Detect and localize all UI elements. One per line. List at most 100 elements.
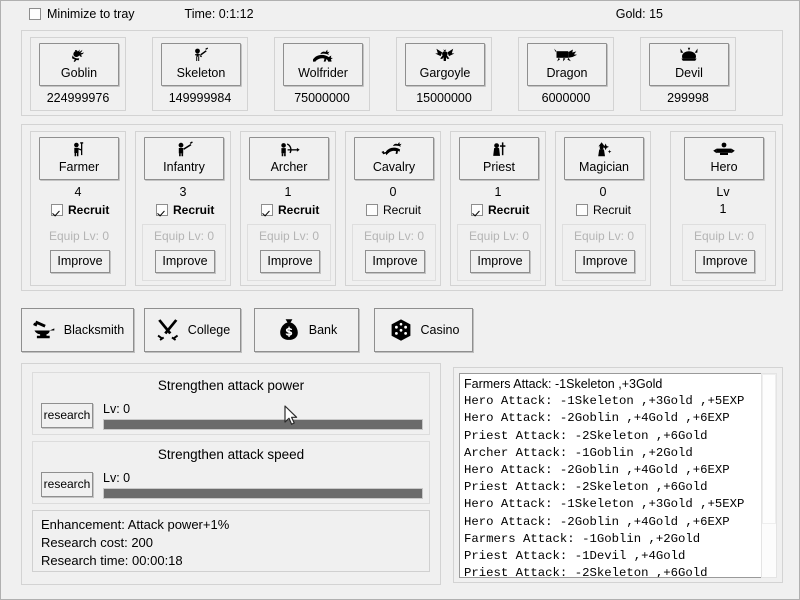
checkbox-box[interactable] <box>366 204 378 216</box>
monster-name: Gargoyle <box>420 66 471 81</box>
recruit-checkbox-farmer[interactable]: Recruit <box>51 203 109 217</box>
battle-log-line[interactable]: Hero Attack: -2Goblin ,+4Gold ,+6EXP <box>464 462 764 479</box>
battle-log-panel: Farmers Attack: -1Skeleton ,+3GoldHero A… <box>453 367 783 583</box>
unit-name: Infantry <box>163 160 205 175</box>
research-panel: Strengthen attack power research Lv: 0 S… <box>21 363 441 585</box>
research-progress-attack-power <box>103 419 423 430</box>
research-info-box: Enhancement: Attack power+1% Research co… <box>32 510 430 572</box>
infantry-icon <box>173 140 195 160</box>
unit-button-farmer[interactable]: Farmer <box>39 137 119 180</box>
battle-log-line[interactable]: Priest Attack: -2Skeleton ,+6Gold <box>464 479 764 496</box>
unit-count: 1 <box>241 184 335 200</box>
skeleton-icon <box>189 46 213 66</box>
battle-log-line[interactable]: Hero Attack: -2Goblin ,+4Gold ,+6EXP <box>464 410 764 427</box>
recruit-checkbox-archer[interactable]: Recruit <box>261 203 319 217</box>
improve-button-archer[interactable]: Improve <box>260 250 320 273</box>
checkbox-box[interactable] <box>29 8 41 20</box>
battle-log-list[interactable]: Farmers Attack: -1Skeleton ,+3GoldHero A… <box>459 373 765 578</box>
monster-count: 224999976 <box>31 90 125 106</box>
unit-card-magician: Magician0RecruitEquip Lv: 0Improve <box>555 131 651 286</box>
minimize-to-tray-label: Minimize to tray <box>47 7 135 21</box>
building-button-college[interactable]: College <box>144 308 241 352</box>
improve-button-cavalry[interactable]: Improve <box>365 250 425 273</box>
battle-log-line[interactable]: Priest Attack: -2Skeleton ,+6Gold <box>464 428 764 445</box>
unit-button-hero[interactable]: Hero <box>684 137 764 180</box>
recruit-label: Recruit <box>488 203 529 217</box>
battle-log-line[interactable]: Priest Attack: -2Skeleton ,+6Gold <box>464 565 764 578</box>
unit-card-priest: Priest 1 Recruit Equip Lv: 0 Improve <box>450 131 546 286</box>
monster-button-wolfrider[interactable]: Wolfrider <box>283 43 363 86</box>
building-button-casino[interactable]: Casino <box>374 308 473 352</box>
gargoyle-icon <box>433 46 457 66</box>
battle-log-line[interactable]: Hero Attack: -2Goblin ,+4Gold ,+6EXP <box>464 514 764 531</box>
unit-button-priest[interactable]: Priest <box>459 137 539 180</box>
recruit-checkbox-priest[interactable]: Recruit <box>471 203 529 217</box>
unit-button-cavalry[interactable]: Cavalry <box>354 137 434 180</box>
battle-log-line[interactable]: Priest Attack: -1Devil ,+4Gold <box>464 548 764 565</box>
unit-button-infantry[interactable]: Infantry <box>144 137 224 180</box>
checkbox-box[interactable] <box>156 204 168 216</box>
unit-card-infantry: Infantry3RecruitEquip Lv: 0Improve <box>135 131 231 286</box>
battle-log-line[interactable]: Farmers Attack: -1Goblin ,+2Gold <box>464 531 764 548</box>
improve-button-infantry[interactable]: Improve <box>155 250 215 273</box>
battle-log-scrollbar[interactable] <box>761 373 777 578</box>
research-level-attack-power: Lv: 0 <box>103 402 130 416</box>
status-bar: Minimize to tray Time: 0:1:12 Gold: 15 <box>1 1 800 27</box>
checkbox-box[interactable] <box>261 204 273 216</box>
recruit-checkbox-cavalry[interactable]: Recruit <box>366 203 421 217</box>
monster-card-dragon: Dragon6000000 <box>518 37 614 111</box>
recruit-checkbox-infantry[interactable]: Recruit <box>156 203 214 217</box>
improve-button-farmer[interactable]: Improve <box>50 250 110 273</box>
unit-card-hero: HeroLv1Equip Lv: 0Improve <box>670 131 776 286</box>
checkbox-box[interactable] <box>576 204 588 216</box>
unit-count: 1 <box>451 184 545 200</box>
equip-box-infantry: Equip Lv: 0Improve <box>142 224 226 281</box>
minimize-to-tray-checkbox[interactable]: Minimize to tray <box>29 7 135 21</box>
monster-button-gargoyle[interactable]: Gargoyle <box>405 43 485 86</box>
equip-level-label: Equip Lv: 0 <box>38 229 120 243</box>
research-title: Strengthen attack power <box>33 378 429 393</box>
archer-icon <box>276 140 302 160</box>
battle-log-line[interactable]: Farmers Attack: -1Skeleton ,+3Gold <box>464 376 764 393</box>
progress-fill <box>104 489 422 498</box>
money-bag-icon <box>276 317 302 343</box>
battle-log-line[interactable]: Hero Attack: -1Skeleton ,+3Gold ,+5EXP <box>464 496 764 513</box>
crossed-swords-icon <box>155 317 181 343</box>
battle-log-line[interactable]: Hero Attack: -1Skeleton ,+3Gold ,+5EXP <box>464 393 764 410</box>
recruit-checkbox-magician[interactable]: Recruit <box>576 203 631 217</box>
equip-box-archer: Equip Lv: 0Improve <box>247 224 331 281</box>
unit-button-magician[interactable]: Magician <box>564 137 644 180</box>
improve-button-priest[interactable]: Improve <box>470 250 530 273</box>
improve-button-magician[interactable]: Improve <box>575 250 635 273</box>
monster-name: Dragon <box>547 66 588 81</box>
building-button-bank[interactable]: Bank <box>254 308 359 352</box>
battle-log-line[interactable]: Archer Attack: -1Goblin ,+2Gold <box>464 445 764 462</box>
equip-level-label: Equip Lv: 0 <box>458 229 540 243</box>
monster-count: 75000000 <box>275 90 369 106</box>
unit-count: 0 <box>346 184 440 200</box>
unit-panel: Farmer4RecruitEquip Lv: 0ImproveInfantry… <box>21 124 783 291</box>
scrollbar-thumb[interactable] <box>762 374 776 524</box>
monster-card-devil: Devil 299998 <box>640 37 736 111</box>
research-button-attack-speed[interactable]: research <box>41 472 93 497</box>
unit-name: Magician <box>579 160 629 175</box>
enhancement-line: Enhancement: Attack power+1% <box>41 516 421 534</box>
monster-button-goblin[interactable]: Goblin <box>39 43 119 86</box>
improve-button-hero[interactable]: Improve <box>695 250 755 273</box>
monster-count: 299998 <box>641 90 735 106</box>
building-button-blacksmith[interactable]: Blacksmith <box>21 308 134 352</box>
priest-icon <box>488 140 510 160</box>
building-label: Bank <box>309 323 338 337</box>
monster-card-gargoyle: Gargoyle15000000 <box>396 37 492 111</box>
unit-card-archer: Archer 1 Recruit Equip Lv: 0Improve <box>240 131 336 286</box>
checkbox-box[interactable] <box>471 204 483 216</box>
monster-card-wolfrider: Wolfrider 75000000 <box>274 37 370 111</box>
dragon-icon <box>553 46 581 66</box>
monster-button-skeleton[interactable]: Skeleton <box>161 43 241 86</box>
monster-button-dragon[interactable]: Dragon <box>527 43 607 86</box>
checkbox-box[interactable] <box>51 204 63 216</box>
unit-name: Archer <box>271 160 308 175</box>
unit-button-archer[interactable]: Archer <box>249 137 329 180</box>
research-button-attack-power[interactable]: research <box>41 403 93 428</box>
monster-button-devil[interactable]: Devil <box>649 43 729 86</box>
